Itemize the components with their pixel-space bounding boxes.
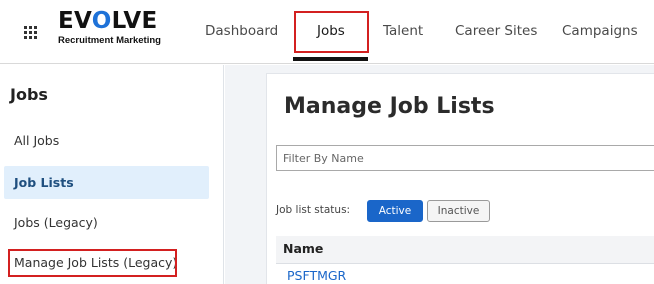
top-navigation-bar: EVOLVE Recruitment Marketing Dashboard J… xyxy=(0,0,654,64)
sidebar: Jobs All Jobs Job Lists Jobs (Legacy) Ma… xyxy=(0,65,224,284)
filter-by-name-input[interactable] xyxy=(276,145,654,171)
nav-tab-career-sites[interactable]: Career Sites xyxy=(455,20,537,42)
logo-wordmark: EVOLVE xyxy=(58,8,158,34)
active-tab-underline xyxy=(293,57,368,61)
nav-tab-talent[interactable]: Talent xyxy=(383,20,423,42)
status-inactive-button[interactable]: Inactive xyxy=(427,200,490,222)
sidebar-item-jobs-legacy[interactable]: Jobs (Legacy) xyxy=(4,206,209,239)
manage-legacy-highlight-box xyxy=(8,249,177,277)
nav-tab-campaigns[interactable]: Campaigns xyxy=(562,20,638,42)
apps-grid-icon[interactable] xyxy=(24,26,38,40)
status-active-button[interactable]: Active xyxy=(367,200,423,222)
evolve-logo[interactable]: EVOLVE Recruitment Marketing xyxy=(58,8,188,54)
job-list-link[interactable]: PSFTMGR xyxy=(287,268,346,283)
sidebar-title: Jobs xyxy=(10,85,48,104)
jobs-tab-highlight-box xyxy=(294,11,369,53)
sidebar-item-job-lists[interactable]: Job Lists xyxy=(4,166,209,199)
table-header: Name xyxy=(276,236,654,264)
column-header-name[interactable]: Name xyxy=(283,241,323,256)
logo-tagline: Recruitment Marketing xyxy=(58,35,161,46)
sidebar-item-all-jobs[interactable]: All Jobs xyxy=(4,124,209,157)
page-title: Manage Job Lists xyxy=(284,94,495,119)
nav-tab-dashboard[interactable]: Dashboard xyxy=(205,20,278,42)
job-list-status-label: Job list status: xyxy=(276,204,351,216)
